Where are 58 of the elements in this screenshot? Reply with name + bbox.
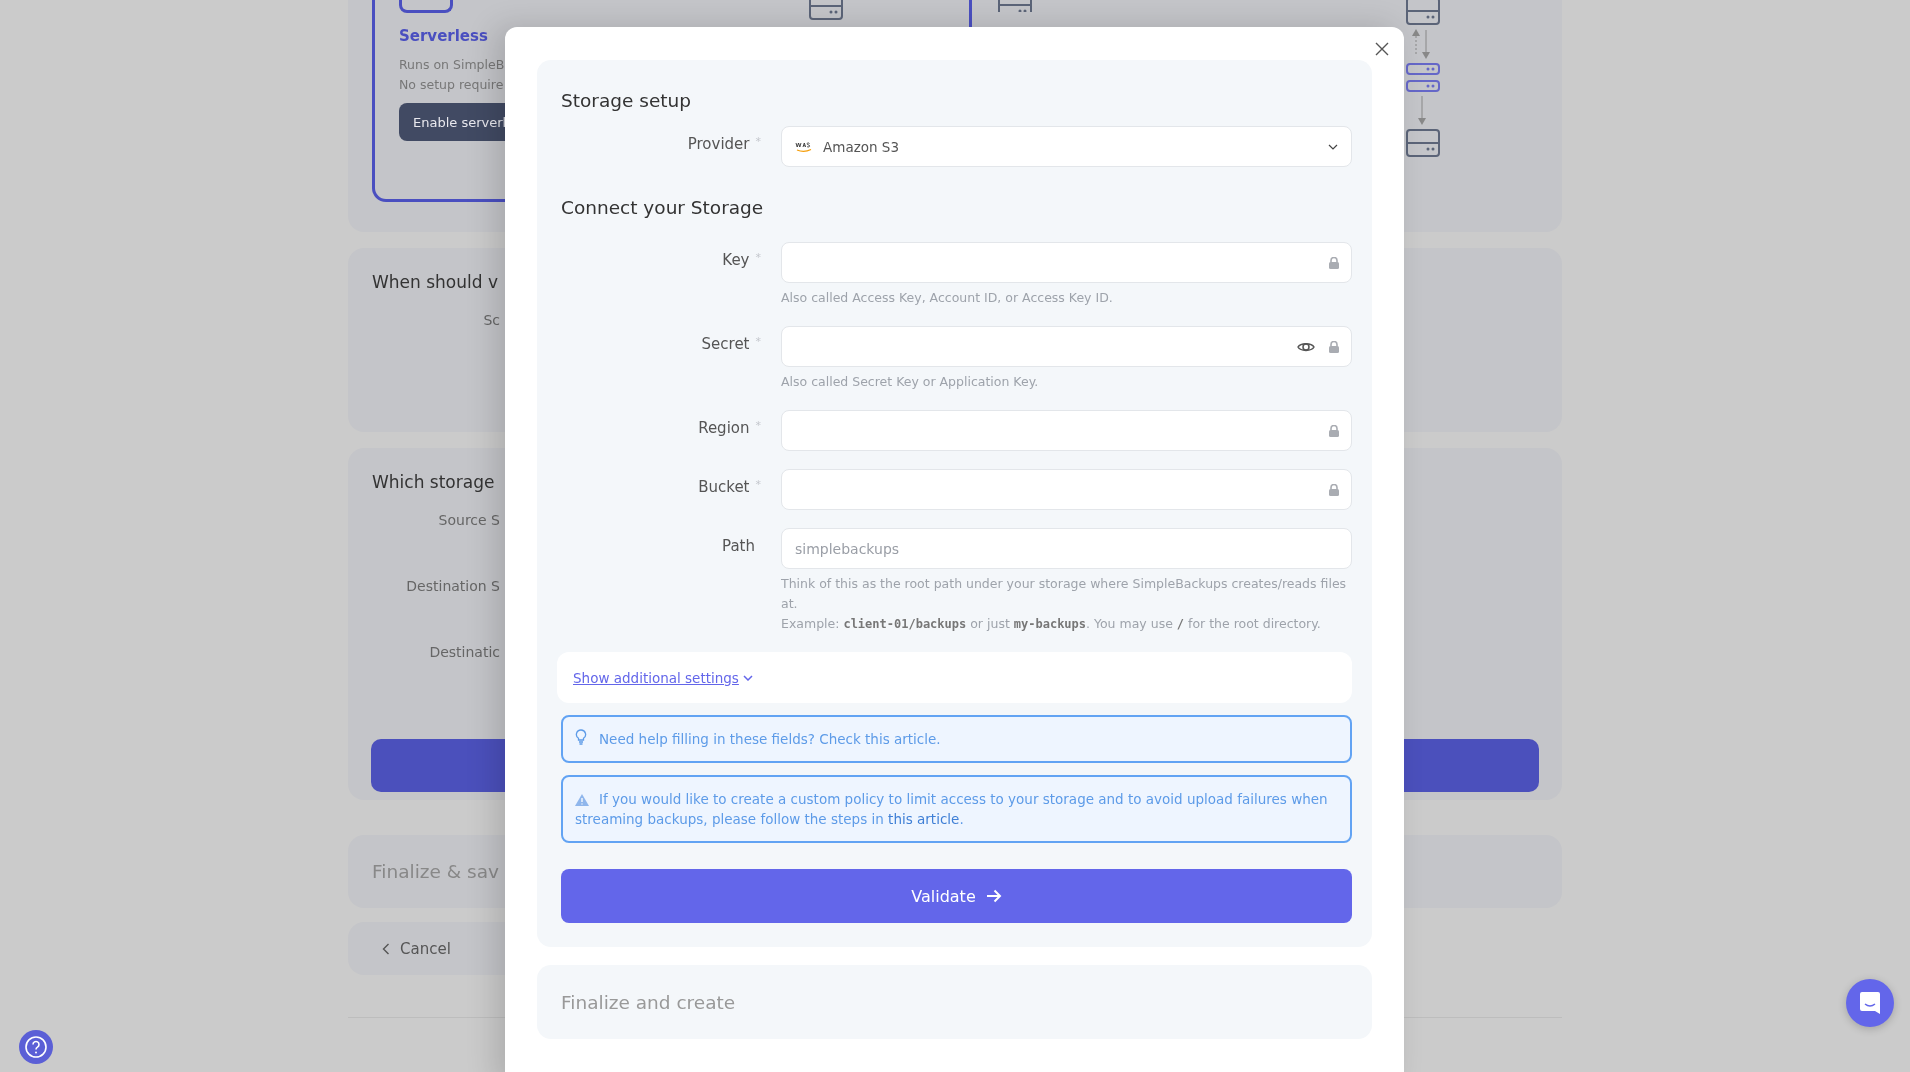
article-link[interactable]: this article [888,811,960,827]
alert-text: Need help filling in these fields? Check this article. [599,730,941,749]
chevron-left-icon [382,942,390,955]
section-title: Storage setup [561,90,692,111]
lock-icon [1329,340,1339,353]
required-mark: * [755,335,761,350]
field-hint: Also called Access Key, Account ID, or Access Key ID. [781,289,1114,307]
field-label: Source S [438,512,500,528]
field-label: Sc [483,312,500,328]
alert-text: If you would like to create a custom policy to limit access to your storage and to avoid upload failures when streaming backups, please follow the steps in this article. [575,791,1328,827]
validate-button[interactable]: Validate [561,869,1352,923]
field-label: Destination S [406,578,500,594]
arrow-right-icon [985,889,1002,903]
field-label: Bucket [698,478,750,498]
field-label: Region [698,419,750,439]
provider-select[interactable]: Amazon S3 [781,126,1352,167]
required-mark: * [755,419,761,434]
text-field[interactable] [781,242,1352,283]
help-icon[interactable] [18,1029,54,1065]
lock-icon [1329,424,1339,437]
chevron-down-icon [742,674,753,681]
cancel-button[interactable]: Cancel [382,939,451,958]
section-title: Which storage [372,472,495,492]
section-title: Connect your Storage [561,197,765,218]
chat-button[interactable] [1846,979,1894,1027]
field-hint: Think of this as the root path under your storage where SimpleBackups creates/reads files at. [781,575,1348,613]
field-hint: Example: client-01/backups or just my-backups. You may use / for the root directory. [781,615,1322,633]
chevron-down-icon [1328,143,1338,150]
required-mark: * [755,135,761,150]
chat-bubble-icon [1859,991,1881,1015]
field-label: Path [722,537,755,557]
required-mark: * [755,478,761,493]
plan-icon [399,0,453,13]
lightbulb-icon [575,729,587,745]
field-hint: Also called Secret Key or Application Key. [781,373,1040,391]
plan-description: No setup require [399,76,504,94]
required-mark: * [755,251,761,266]
text-field[interactable] [781,469,1352,510]
field-label: Destinatic [429,644,500,660]
warning-icon [575,794,589,806]
section-title: Finalize and create [561,991,736,1013]
server-icon [808,0,844,23]
section-title: When should v [372,272,498,292]
text-field[interactable] [781,326,1352,367]
lock-icon [1329,483,1339,496]
field-label: Provider [687,135,750,155]
aws-logo-icon [795,140,813,153]
text-field[interactable]: simplebackups [781,528,1352,569]
additional-settings-link[interactable]: Show additional settings [573,669,753,686]
close-icon [1374,41,1390,57]
close-button[interactable] [1374,41,1390,57]
lock-icon [1329,256,1339,269]
field-label: Secret [701,335,750,355]
section-title: Finalize & sav [372,861,499,882]
field-label: Key [722,251,750,271]
plan-description: Runs on SimpleB [399,56,505,74]
text-field[interactable] [781,410,1352,451]
plan-title: Serverless [399,27,488,45]
